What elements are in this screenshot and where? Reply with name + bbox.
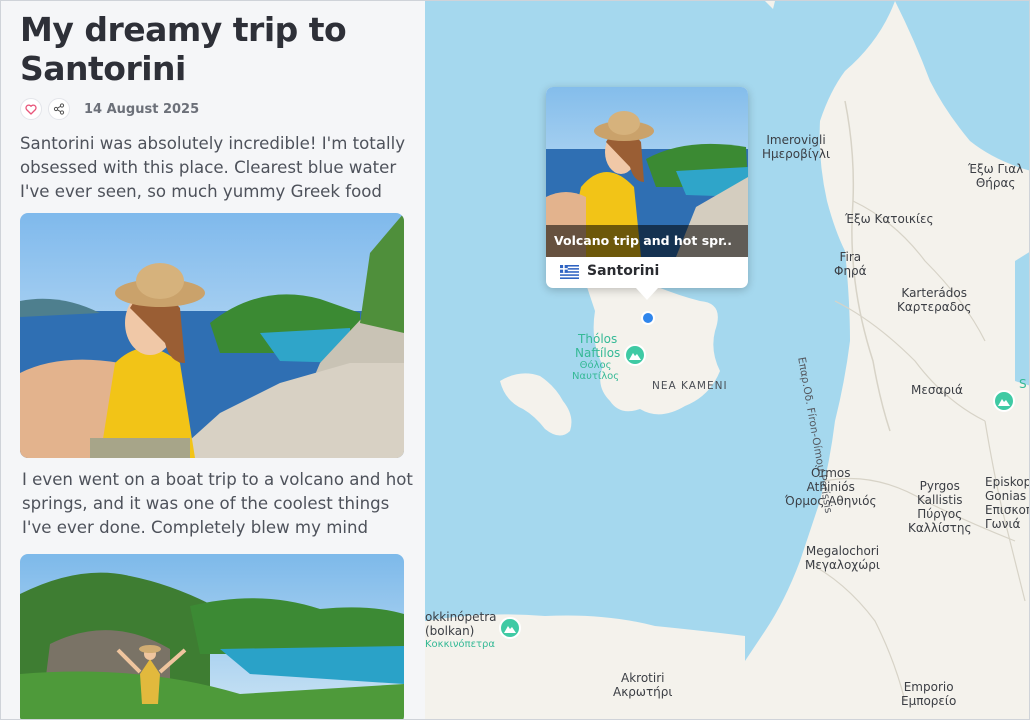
selfie-photo[interactable] bbox=[20, 213, 404, 458]
label-emporio: Emporio Εμπορείο bbox=[901, 680, 957, 708]
cove-photo[interactable] bbox=[20, 554, 404, 719]
mountain-poi-icon[interactable] bbox=[624, 344, 646, 366]
article-panel: My dreamy trip to Santorini 14 August 20… bbox=[1, 1, 425, 719]
like-button[interactable] bbox=[20, 98, 42, 120]
label-exo-gialos: Έξω Γιαλ Θήρας bbox=[968, 162, 1024, 190]
label-fira: Fira Φηρά bbox=[834, 250, 867, 278]
label-kokkinopetra-gr: Κοκκινόπετρα bbox=[425, 639, 495, 650]
label-karterados: Karterádos Καρτεραδος bbox=[897, 286, 972, 314]
label-imerovigli: Imerovigli Ημεροβίγλι bbox=[762, 133, 831, 161]
label-tholos-naftilos-gr: Θόλος Ναυτίλος bbox=[572, 360, 620, 382]
share-button[interactable] bbox=[48, 98, 70, 120]
label-ormos-athinios: Órmos Athiniós Όρμος Αθηνιός bbox=[785, 466, 877, 508]
label-pyrgos-kallistis: Pyrgos Kallistis Πύργος Καλλίστης bbox=[908, 479, 972, 535]
mountain-poi-icon[interactable] bbox=[499, 617, 521, 639]
label-kokkinopetra: okkinópetra (bolkan) bbox=[425, 610, 497, 638]
label-partial-poi: S bbox=[1019, 377, 1027, 391]
popup-pointer bbox=[636, 288, 658, 300]
mountain-poi-icon[interactable] bbox=[993, 390, 1015, 412]
label-megalochori: Megalochori Μεγαλοχώρι bbox=[805, 544, 880, 572]
map-view[interactable]: Imerovigli Ημεροβίγλι Έξω Γιαλ Θήρας Έξω Κ… bbox=[425, 1, 1030, 719]
share-icon bbox=[53, 103, 65, 115]
label-mesaria: Μεσαριά bbox=[911, 383, 963, 397]
popup-place-name: Santorini bbox=[587, 263, 660, 279]
popup-caption: Volcano trip and hot spr.. bbox=[546, 225, 748, 257]
label-akrotiri: Akrotiri Ακρωτήρι bbox=[613, 671, 673, 699]
label-episkopi-gonias: Episkop Gonias Επισκοπ Γωνιά bbox=[985, 475, 1030, 531]
greece-flag-icon bbox=[560, 265, 579, 279]
label-nea-kameni: NEA KAMENI bbox=[652, 380, 728, 392]
article-date: 14 August 2025 bbox=[84, 102, 200, 117]
heart-icon bbox=[25, 104, 37, 115]
location-popup[interactable]: Volcano trip and hot spr.. Santorini bbox=[546, 87, 748, 300]
location-marker[interactable] bbox=[641, 311, 655, 325]
article-paragraph: I even went on a boat trip to a volcano … bbox=[22, 470, 413, 537]
article-paragraph: Santorini was absolutely incredible! I'm… bbox=[20, 134, 406, 201]
label-exo-katoikies: Έξω Κατοικίες bbox=[845, 212, 934, 226]
article-title: My dreamy trip to Santorini bbox=[20, 10, 347, 88]
label-tholos-naftilos: Thólos Naftílos bbox=[575, 332, 621, 360]
app-frame: My dreamy trip to Santorini 14 August 20… bbox=[0, 0, 1030, 720]
